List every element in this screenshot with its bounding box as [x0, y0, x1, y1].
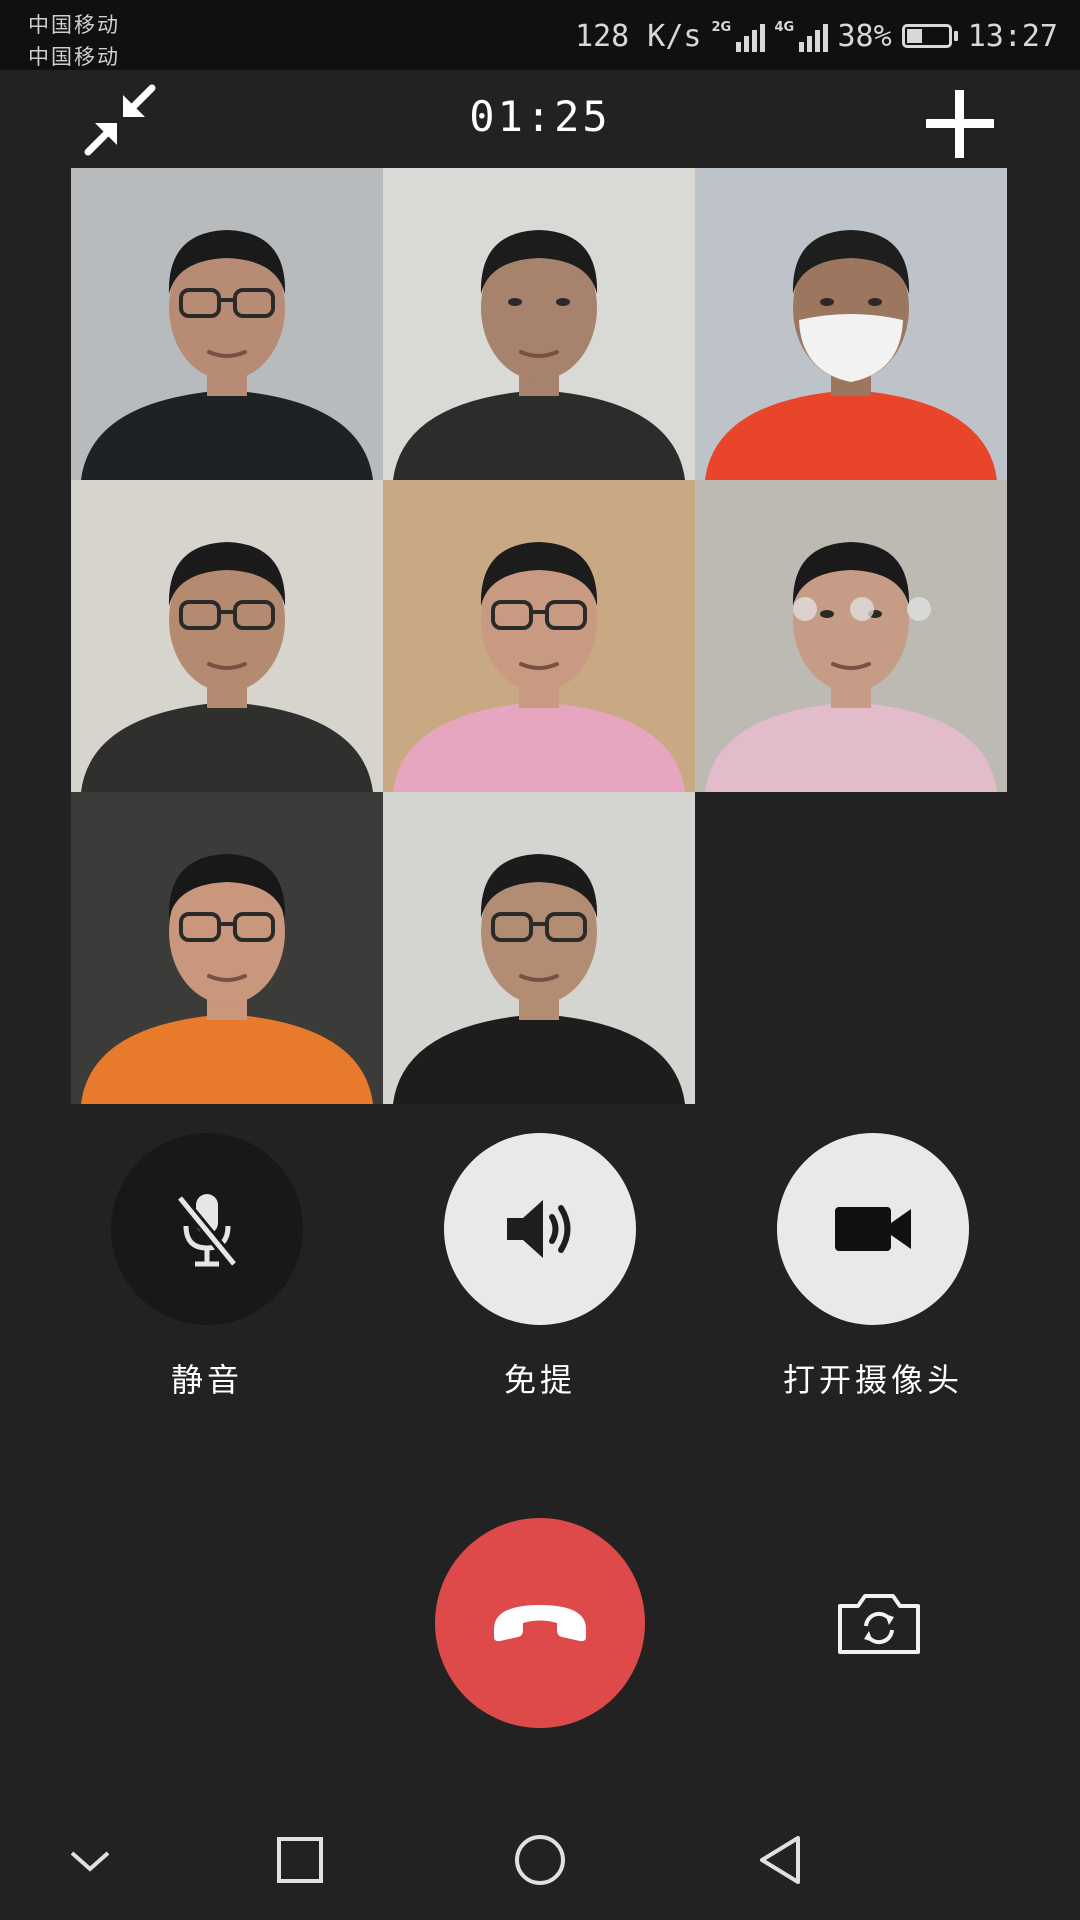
participant-feed-image — [71, 168, 383, 480]
switch-camera-button[interactable] — [834, 1588, 924, 1658]
camera-label: 打开摄像头 — [782, 1361, 963, 1399]
video-camera-icon — [835, 1207, 911, 1251]
clock: 13:27 — [967, 18, 1058, 54]
mute-button[interactable] — [111, 1133, 303, 1325]
speaker-control: 免提 — [443, 1133, 637, 1401]
participant-video-4[interactable] — [71, 480, 383, 792]
battery-icon — [901, 24, 958, 48]
participant-video-7[interactable] — [71, 792, 383, 1104]
back-triangle-icon — [760, 1836, 800, 1884]
nav-hide-button[interactable] — [60, 1830, 120, 1890]
participant-video-3[interactable] — [695, 168, 1007, 480]
nav-back-button[interactable] — [750, 1830, 810, 1890]
participant-video-6[interactable] — [695, 480, 1007, 792]
participant-video-2[interactable] — [383, 168, 695, 480]
camera-control: 打开摄像头 — [776, 1133, 970, 1401]
nav-home-button[interactable] — [510, 1830, 570, 1890]
system-nav-bar — [0, 1800, 1080, 1920]
signal-1-icon: 2G — [712, 20, 765, 52]
carrier-2: 中国移动 — [28, 45, 120, 69]
status-indicators: 128 K/s 2G 4G 38% 13:27 — [575, 14, 1058, 58]
participant-feed-image — [71, 480, 383, 792]
plus-icon — [926, 90, 994, 158]
home-circle-icon — [515, 1835, 565, 1885]
video-call-screen: 中国移动 中国移动 128 K/s 2G 4G 38% 13:27 01:25 … — [0, 0, 1080, 1920]
switch-camera-icon — [838, 1594, 920, 1654]
camera-button[interactable] — [777, 1133, 969, 1325]
speaker-button[interactable] — [444, 1133, 636, 1325]
chevron-down-icon — [70, 1851, 110, 1872]
participant-grid — [71, 168, 1007, 1104]
call-top-bar: 01:25 — [0, 70, 1080, 170]
participant-feed-image — [695, 168, 1007, 480]
participant-feed-image — [71, 792, 383, 1104]
mic-off-icon — [175, 1194, 239, 1268]
participant-feed-image — [695, 480, 1007, 792]
net-speed: 128 K/s — [575, 18, 702, 54]
recents-square-icon — [277, 1837, 323, 1883]
phone-hangup-icon — [494, 1605, 586, 1642]
loading-dot — [793, 597, 817, 621]
loading-dot — [907, 597, 931, 621]
nav-recents-button[interactable] — [270, 1830, 330, 1890]
add-participant-button[interactable] — [922, 86, 998, 162]
hangup-button[interactable] — [435, 1518, 645, 1728]
speaker-label: 免提 — [503, 1361, 576, 1399]
loading-indicator — [793, 597, 931, 621]
status-bar: 中国移动 中国移动 128 K/s 2G 4G 38% 13:27 — [0, 0, 1080, 70]
carrier-1: 中国移动 — [28, 13, 120, 37]
participant-video-8[interactable] — [383, 792, 695, 1104]
call-duration: 01:25 — [469, 92, 611, 141]
battery-percent: 38% — [837, 18, 892, 54]
loading-dot — [850, 597, 874, 621]
mute-label: 静音 — [170, 1361, 243, 1399]
participant-feed-image — [383, 168, 695, 480]
participant-feed-image — [383, 792, 695, 1104]
participant-video-5[interactable] — [383, 480, 695, 792]
mute-control: 静音 — [110, 1133, 304, 1401]
speaker-icon — [507, 1200, 571, 1258]
signal-2-icon: 4G — [775, 20, 828, 52]
participant-feed-image — [383, 480, 695, 792]
participant-video-1[interactable] — [71, 168, 383, 480]
